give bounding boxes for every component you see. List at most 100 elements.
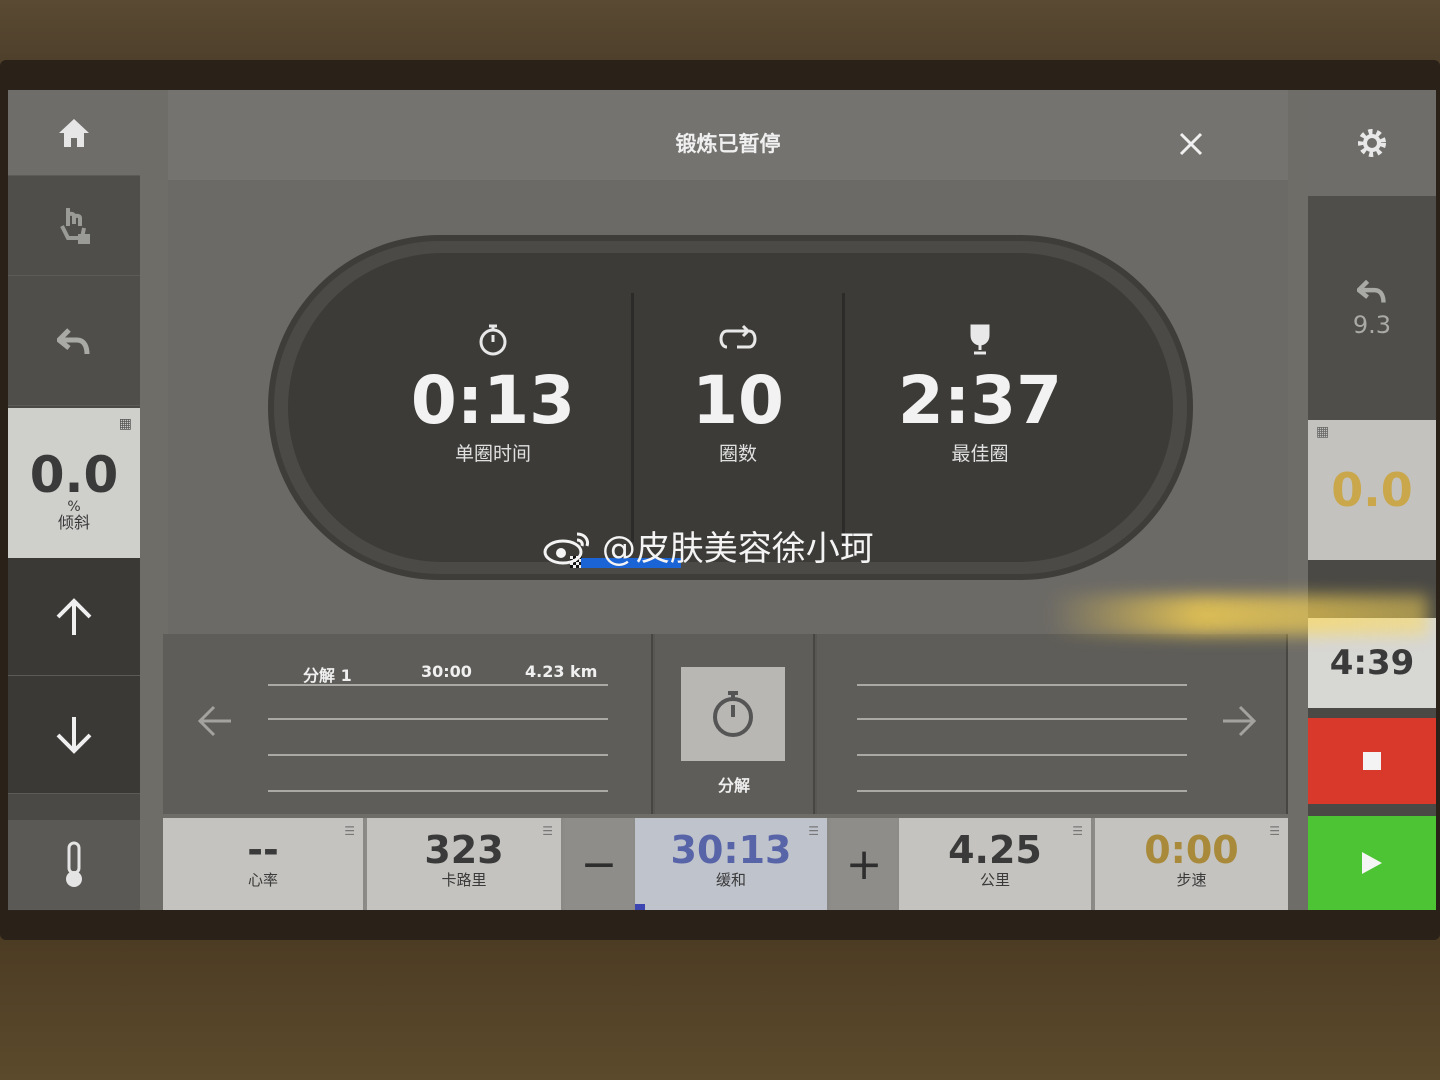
- lap-count-value: 10: [692, 362, 784, 439]
- list-row-line: [268, 790, 608, 792]
- menu-icon: ☰: [1072, 824, 1083, 838]
- light-glare: [1048, 595, 1428, 635]
- close-button[interactable]: [1178, 126, 1204, 166]
- lap-time-label: 单圈时间: [454, 443, 531, 465]
- incline-label: 倾斜: [57, 513, 90, 532]
- undo-right-button[interactable]: 9.3: [1308, 196, 1436, 420]
- stopwatch-icon: [713, 691, 753, 737]
- split-button[interactable]: [681, 667, 785, 761]
- menu-icon: ☰: [542, 824, 553, 838]
- grid-icon: ▦: [118, 416, 132, 432]
- splits-left-panel: 分解 1 30:00 4.23 km: [163, 634, 653, 814]
- split-button-panel: 分解: [655, 634, 815, 814]
- list-row-line: [857, 754, 1187, 756]
- weibo-watermark: @皮肤美容徐小珂: [543, 521, 874, 570]
- arrow-down-icon: [56, 716, 92, 754]
- speed-value: 0.0: [1331, 463, 1413, 517]
- splits-area: 分解 1 30:00 4.23 km 分解: [163, 634, 1288, 814]
- close-icon: [1179, 132, 1203, 156]
- time-plus-button[interactable]: +: [831, 818, 897, 910]
- workout-time-value: 30:13: [670, 828, 792, 872]
- best-lap-label: 最佳圈: [951, 443, 1009, 465]
- settings-button[interactable]: [1308, 90, 1436, 196]
- calories-cell[interactable]: ☰ 323 卡路里: [367, 818, 563, 910]
- incline-down-button[interactable]: [8, 676, 140, 794]
- time-minus-button[interactable]: −: [565, 818, 633, 910]
- stop-icon: [1363, 752, 1381, 770]
- splits-prev-button[interactable]: [197, 702, 233, 748]
- menu-icon: ☰: [344, 824, 355, 838]
- incline-display[interactable]: ▦ 0.0 % 倾斜: [8, 408, 140, 558]
- grid-icon: ▦: [1316, 424, 1330, 440]
- speed-display[interactable]: ▦ 0.0: [1308, 420, 1436, 560]
- lap-time-stat: 0:13 单圈时间: [358, 253, 628, 562]
- incline-value: 0.0: [29, 446, 119, 504]
- gear-icon: [1358, 129, 1386, 157]
- undo-left-button[interactable]: [8, 276, 140, 406]
- menu-icon: ☰: [808, 824, 819, 838]
- list-row-line: [857, 718, 1187, 720]
- heart-rate-label: 心率: [247, 871, 278, 889]
- incline-unit: %: [67, 499, 81, 515]
- distance-label: 公里: [979, 871, 1010, 889]
- arrow-right-icon: [1223, 705, 1257, 737]
- incline-up-button[interactable]: [8, 558, 140, 676]
- split-time: 30:00: [421, 662, 472, 681]
- best-lap-value: 2:37: [897, 362, 1063, 439]
- lap-time-value: 0:13: [410, 362, 576, 439]
- heart-rate-cell[interactable]: ☰ -- 心率: [163, 818, 365, 910]
- stopwatch-icon: [358, 323, 628, 363]
- play-icon: [1362, 852, 1382, 874]
- home-icon: [59, 118, 89, 147]
- pace-value: 0:00: [1144, 828, 1239, 872]
- weibo-logo-icon: [543, 532, 589, 565]
- list-row-line: [857, 684, 1187, 686]
- menu-icon: ☰: [1269, 824, 1280, 838]
- treadmill-screen: ▦ 0.0 % 倾斜 锻炼已暂停 0:13 单圈时间 10 圈数 2:37 最佳…: [8, 90, 1436, 910]
- pace-label: 步速: [1176, 871, 1207, 889]
- pace-cell[interactable]: ☰ 0:00 步速: [1095, 818, 1288, 910]
- stop-button[interactable]: [1308, 718, 1436, 804]
- undo-icon: [1357, 279, 1386, 303]
- splits-next-button[interactable]: [1221, 702, 1257, 748]
- left-control-column: ▦ 0.0 % 倾斜: [8, 90, 140, 910]
- lap-count-stat: 10 圈数: [634, 253, 842, 562]
- minus-icon: −: [580, 838, 618, 890]
- heart-rate-value: --: [247, 828, 279, 872]
- metrics-bar: ☰ -- 心率 ☰ 323 卡路里 − ☰ 30:13 缓和 + ☰ 4.25 …: [163, 818, 1288, 910]
- arrow-up-icon: [56, 597, 92, 635]
- list-row-line: [268, 684, 608, 686]
- workout-time-cell[interactable]: ☰ 30:13 缓和: [635, 818, 829, 910]
- distance-cell[interactable]: ☰ 4.25 公里: [899, 818, 1093, 910]
- track-inner: 0:13 单圈时间 10 圈数 2:37 最佳圈: [288, 253, 1173, 562]
- status-header: 锻炼已暂停: [168, 90, 1288, 180]
- undo-icon: [57, 327, 90, 354]
- distance-value: 4.25: [948, 828, 1042, 872]
- list-row-line: [268, 718, 608, 720]
- home-button[interactable]: [8, 90, 140, 176]
- touch-lock-button[interactable]: [8, 176, 140, 276]
- previous-speed-value: 9.3: [1352, 311, 1392, 339]
- time-display-value: 4:39: [1329, 643, 1415, 683]
- split-distance: 4.23 km: [525, 662, 598, 681]
- thermometer-icon: [66, 841, 82, 887]
- trophy-icon: [845, 323, 1115, 363]
- plus-icon: +: [845, 838, 883, 890]
- arrow-left-icon: [197, 705, 231, 737]
- list-row-line: [857, 790, 1187, 792]
- loop-icon: [634, 323, 842, 363]
- temperature-button[interactable]: [8, 820, 140, 910]
- hand-lock-icon: [60, 207, 90, 244]
- split-button-label: 分解: [717, 776, 750, 795]
- best-lap-stat: 2:37 最佳圈: [845, 253, 1115, 562]
- workout-time-label: 缓和: [715, 871, 746, 889]
- right-control-column: 9.3 ▦ 0.0 4:39: [1308, 90, 1436, 910]
- watermark-text: @皮肤美容徐小珂: [601, 529, 874, 569]
- calories-label: 卡路里: [441, 871, 487, 889]
- cooldown-progress: [635, 904, 645, 910]
- play-button[interactable]: [1308, 816, 1436, 910]
- split-name: 分解 1: [303, 666, 352, 685]
- lap-count-label: 圈数: [718, 443, 757, 465]
- calories-value: 323: [424, 828, 504, 872]
- splits-right-panel: [817, 634, 1288, 814]
